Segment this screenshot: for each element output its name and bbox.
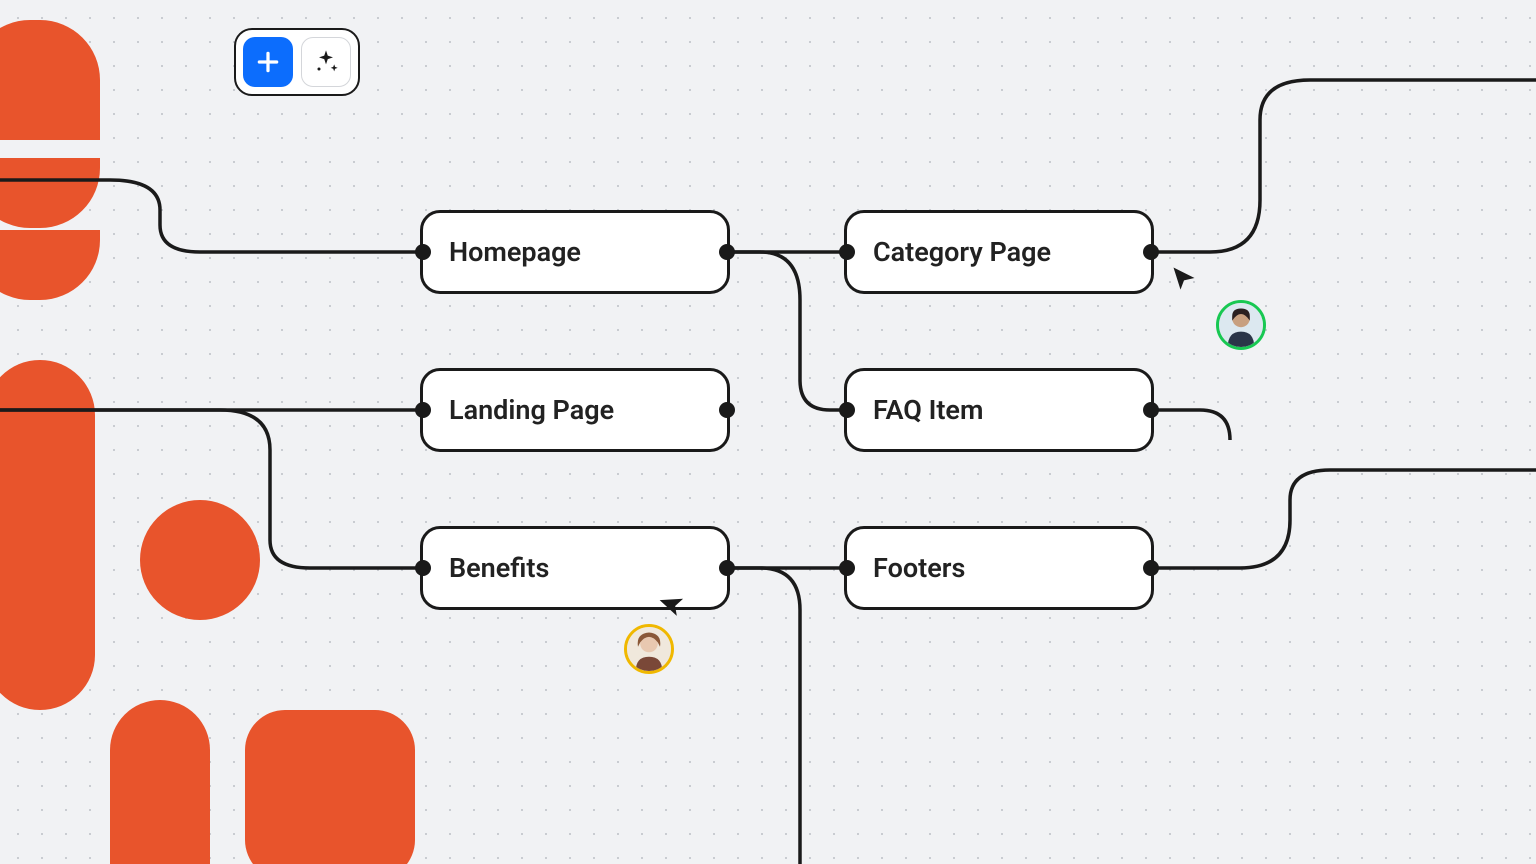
node-landing-page[interactable]: Landing Page [420,368,730,452]
port-out[interactable] [1143,244,1159,260]
collaborator-avatar[interactable] [1216,300,1266,350]
node-faq-item[interactable]: FAQ Item [844,368,1154,452]
port-in[interactable] [415,402,431,418]
node-label: FAQ Item [873,394,983,426]
port-in[interactable] [415,244,431,260]
port-in[interactable] [839,560,855,576]
plus-icon [255,49,281,75]
decorative-shape [110,700,210,864]
port-out[interactable] [1143,402,1159,418]
connector-lines [0,0,1536,864]
decorative-shape [0,230,100,300]
decorative-shape [0,20,100,140]
floating-toolbar [234,28,360,96]
decorative-shape [0,158,100,228]
port-out[interactable] [719,244,735,260]
decorative-shape [245,710,415,864]
sparkle-icon [312,48,340,76]
node-category-page[interactable]: Category Page [844,210,1154,294]
port-out[interactable] [719,402,735,418]
node-label: Footers [873,552,965,584]
decorative-shape [140,500,260,620]
node-label: Landing Page [449,394,614,426]
collaborator-cursor-icon [1170,264,1198,292]
collaborator-avatar[interactable] [624,624,674,674]
ai-sparkle-button[interactable] [301,37,351,87]
person-icon [627,627,671,671]
port-out[interactable] [719,560,735,576]
port-out[interactable] [1143,560,1159,576]
port-in[interactable] [415,560,431,576]
node-footers[interactable]: Footers [844,526,1154,610]
node-label: Category Page [873,236,1051,268]
decorative-shape [0,360,95,710]
port-in[interactable] [839,402,855,418]
person-icon [1219,303,1263,347]
node-label: Benefits [449,552,549,584]
add-button[interactable] [243,37,293,87]
node-homepage[interactable]: Homepage [420,210,730,294]
node-label: Homepage [449,236,581,268]
port-in[interactable] [839,244,855,260]
